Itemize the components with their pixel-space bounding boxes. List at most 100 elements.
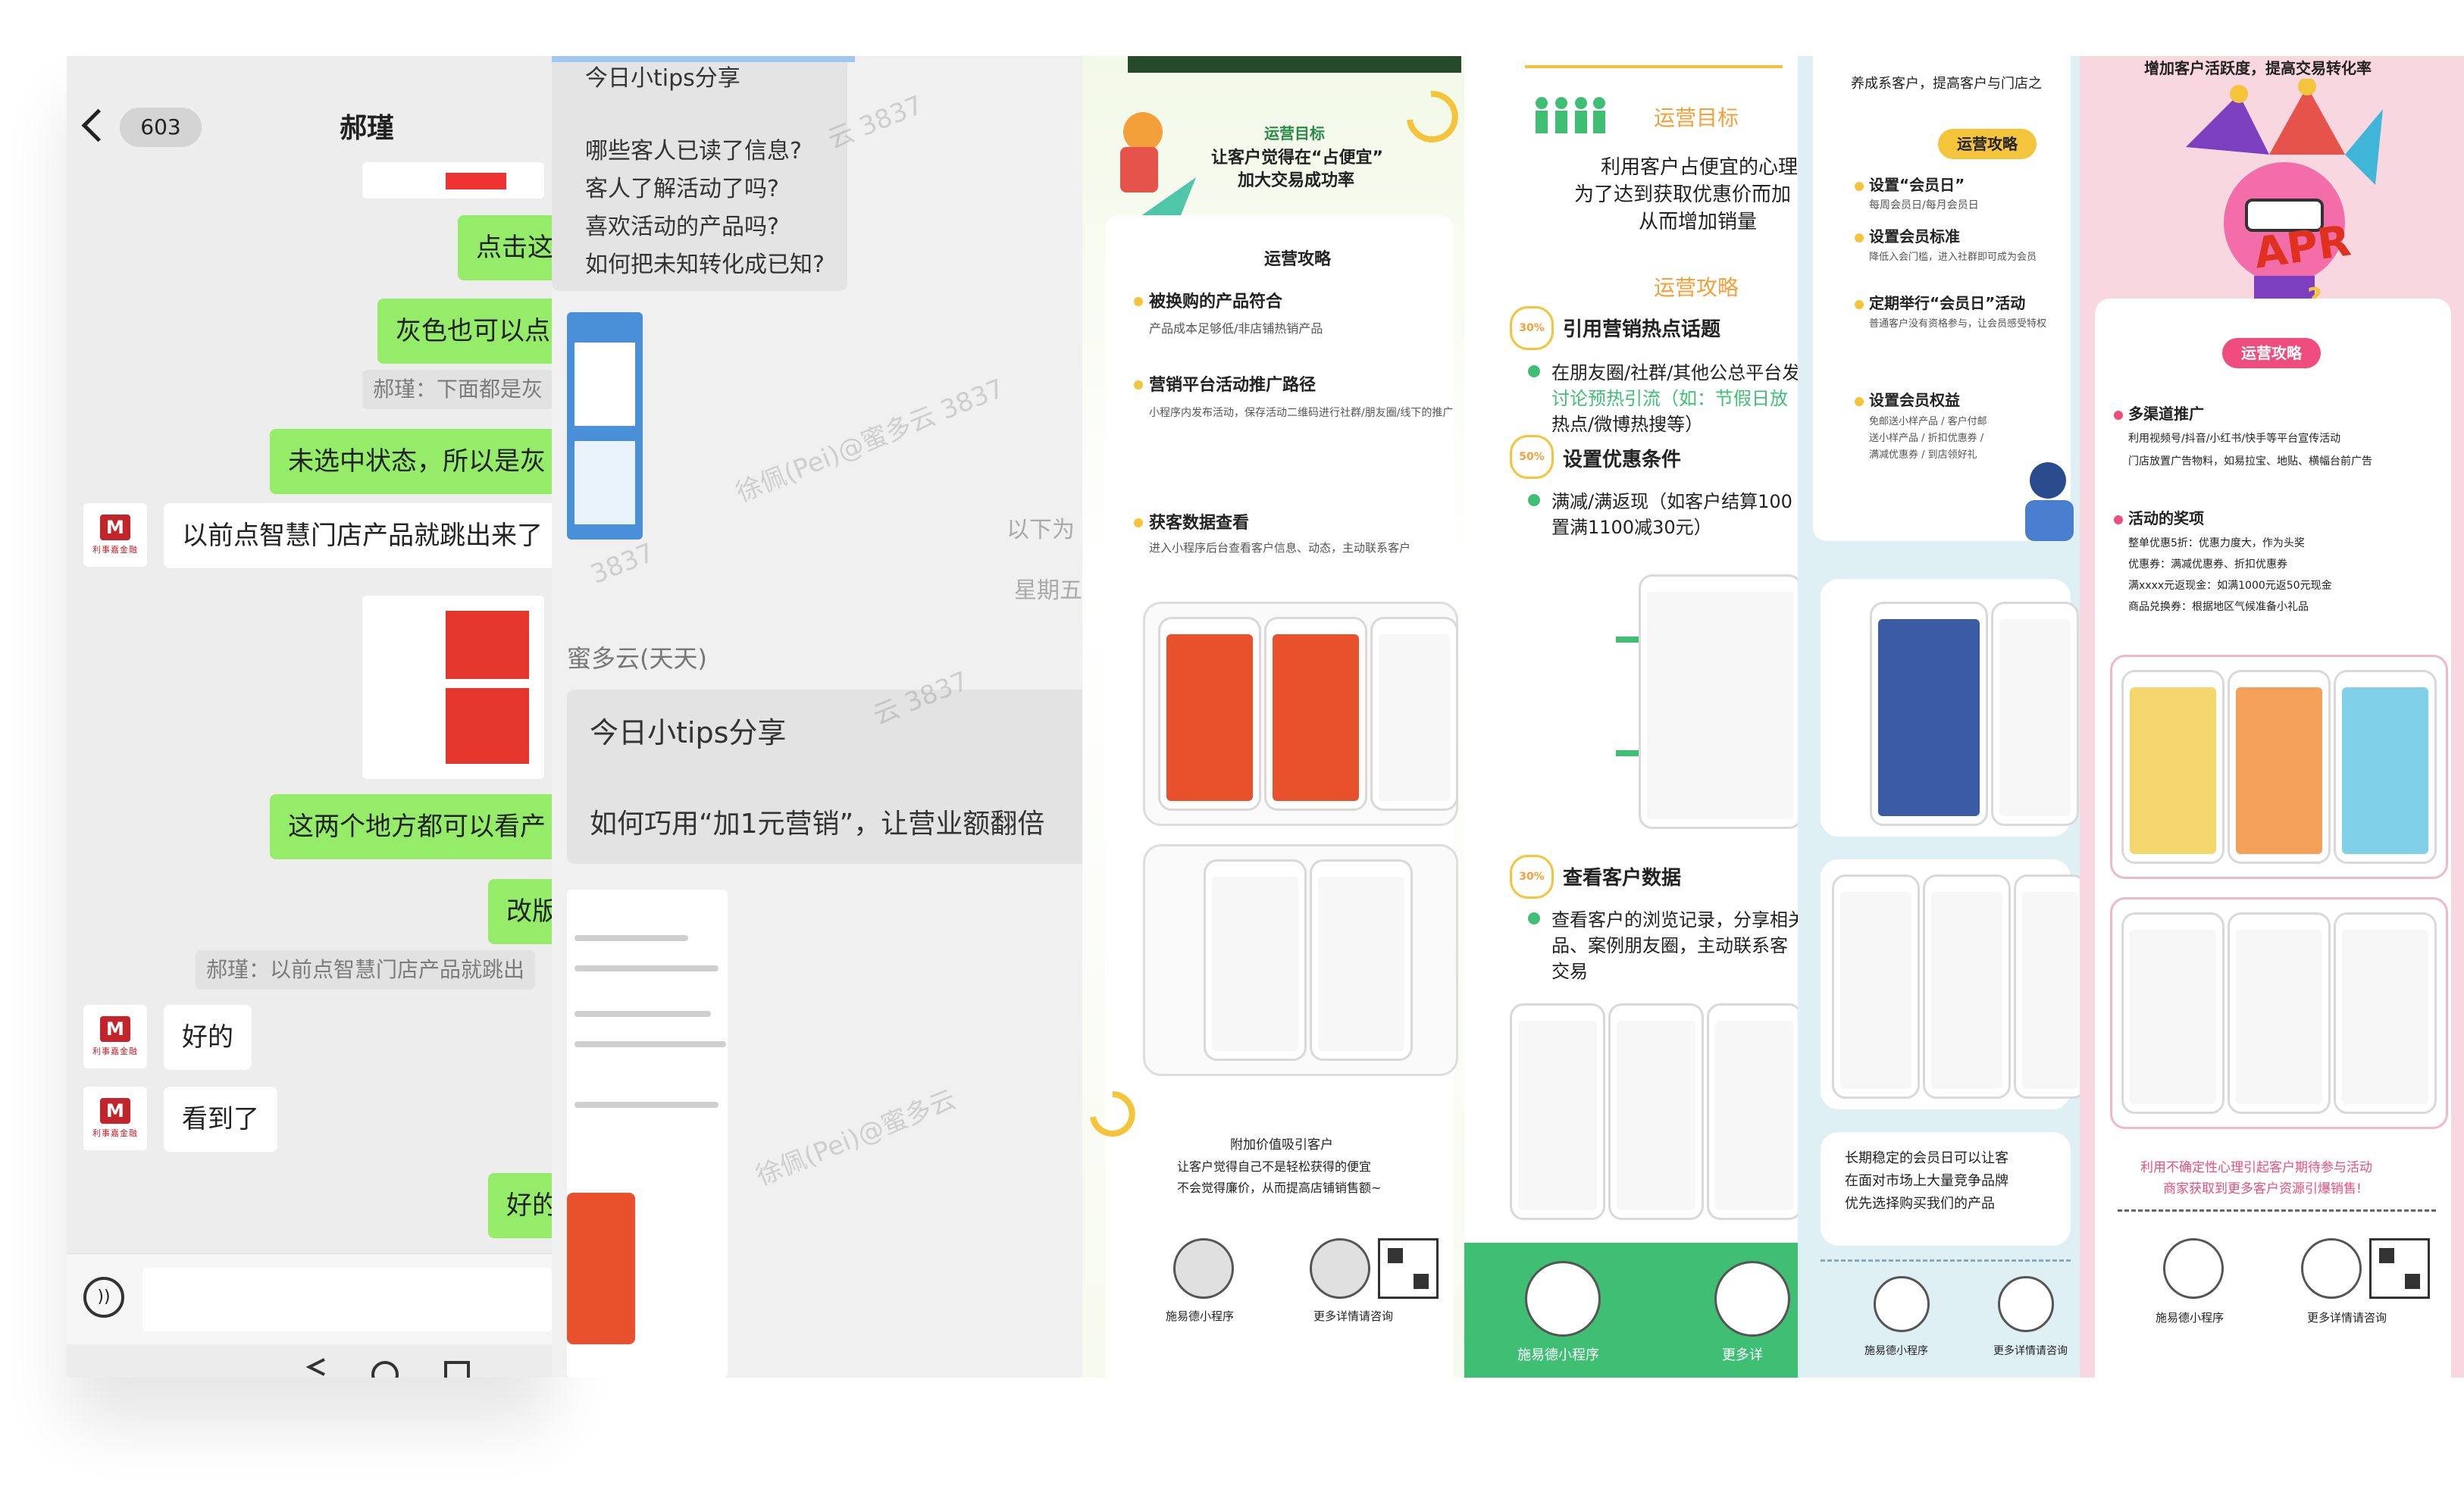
poster-title-strip [1128,56,1461,73]
poster-price-psychology: 运营目标 利用客户占便宜的心理 为了达到获取优惠价而加 从而增加销量 运营攻略 … [1464,56,1798,1378]
tips-message-card[interactable]: 今日小tips分享 如何巧用“加1元营销”，让营业额翻倍 [567,690,1082,864]
phone-mockup [2228,912,2331,1114]
voice-icon[interactable]: )) [83,1277,124,1318]
tips-header: 今日小tips分享 [585,65,740,92]
person-illustration-icon [2025,462,2074,541]
section-line: 商品兑换券：根据地区气候准备小礼品 [2128,601,2309,613]
message-bubble[interactable]: 改版 [488,879,552,944]
summary-line: 优先选择购买我们的产品 [1845,1196,1995,1212]
sender-name: 蜜多云(天天) [567,644,707,673]
strategy-item-desc: 小程序内发布活动，保存活动二维码进行社群/朋友圈/线下的推广 [1149,407,1454,419]
top-text: 增加客户活跃度，提高交易转化率 [2144,59,2372,77]
mini-program-qr[interactable] [2163,1238,2224,1299]
phone-mockup [1370,617,1458,811]
mini-program-qr[interactable] [1310,1238,1370,1299]
mini-program-qr[interactable] [1998,1276,2054,1332]
top-text: 养成系客户，提高客户与门店之 [1851,76,2042,92]
strategy-item-title: 被换购的产品符合 [1149,293,1283,311]
poster-lucky-draw: 增加客户活跃度，提高交易转化率 ? APR 运营攻略 多渠道推广 利用视频号/抖… [2080,56,2464,1378]
goal-text: 让客户觉得在“占便宜” [1211,149,1383,167]
side-label: 星期五 [1014,577,1082,604]
contact-qr[interactable] [2369,1238,2430,1299]
mini-program-qr[interactable] [1173,1238,1234,1299]
strategy-badge: 运营攻略 [1938,129,2037,159]
step-desc: 交易 [1551,961,1588,982]
mini-program-qr[interactable] [2301,1238,2362,1299]
qr-label: 施易德小程序 [1864,1345,1928,1357]
section-line: 满xxxx元返现金：如满1000元返50元现金 [2128,580,2332,592]
image-thumbnail[interactable] [362,596,544,779]
strategy-item-desc: 每周会员日/每月会员日 [1869,199,1979,211]
phone-mockup [2121,670,2224,864]
poster-thumbnail[interactable] [567,890,728,1378]
message-bubble[interactable]: 以前点智慧门店产品就跳出来了 [164,503,552,568]
step-title: 引用营销热点话题 [1563,318,1721,341]
tips-message-card[interactable]: 今日小tips分享 哪些客人已读了信息? 客人了解活动了吗? 喜欢活动的产品吗?… [552,56,855,291]
avatar[interactable]: M 利事嘉金融 [83,1087,147,1150]
summary-line: 利用不确定性心理引起客户期待参与活动 [2140,1160,2372,1175]
chat-input-bar: )) [67,1253,552,1345]
tips-card-body: 如何巧用“加1元营销”，让营业额翻倍 [590,809,1045,840]
message-bubble[interactable]: 灰色也可以点 [377,299,552,364]
contact-qr[interactable] [1378,1238,1439,1299]
step-desc: 品、案例朋友圈，主动联系客 [1551,935,1788,956]
tips-question: 哪些客人已读了信息? [585,138,802,164]
phone-mockup [2014,874,2080,1099]
mini-program-qr[interactable] [1525,1261,1601,1337]
section-line: 整单优惠5折：优惠力度大，作为头奖 [2128,537,2305,549]
qr-label: 施易德小程序 [1166,1309,1235,1323]
phone-mockup [2334,912,2437,1114]
strategy-item-title: 设置“会员日” [1869,176,1965,194]
image-thumbnail[interactable] [362,162,544,199]
people-group-icon [1536,97,1605,133]
qr-label: 施易德小程序 [2156,1311,2224,1325]
bottom-desc: 不会觉得廉价，从而提高店铺销售额~ [1177,1181,1382,1195]
section-line: 优惠券：满减优惠券、折扣优惠券 [2128,558,2287,571]
phone-mockup [1204,859,1307,1061]
bottom-title: 附加价值吸引客户 [1230,1137,1333,1153]
poster-thumbnail[interactable] [567,312,643,540]
banner-label: 运营目标 [1264,124,1325,142]
bottom-desc: 让客户觉得自己不是轻松获得的便宜 [1177,1159,1372,1174]
message-input[interactable] [142,1268,552,1331]
message-bubble[interactable]: 这两个地方都可以看产 [270,794,552,859]
message-bubble[interactable]: 点击这 [458,215,552,280]
avatar-brand: 利事嘉金融 [92,1046,138,1056]
strategy-item-desc: 降低入会门槛，进入社群即可成为会员 [1869,252,2037,263]
summary-line: 商家获取到更多客户资源引爆销售! [2163,1181,2362,1197]
unread-count-badge[interactable]: 603 [120,108,202,147]
section-line: 门店放置广告物料，如易拉宝、地贴、横幅台前广告 [2128,455,2372,468]
message-bubble[interactable]: 好的 [488,1173,552,1238]
strategy-item-title: 设置会员标准 [1869,227,1960,246]
phone-mockup [2334,670,2437,864]
section-title: 活动的奖项 [2128,509,2204,527]
goal-line: 从而增加销量 [1639,211,1758,233]
back-arrow-icon[interactable] [81,108,115,142]
message-bubble[interactable]: 好的 [164,1005,252,1070]
avatar[interactable]: M 利事嘉金融 [83,1005,147,1068]
message-bubble[interactable]: 未选中状态，所以是灰 [270,429,552,494]
summary-line: 在面对市场上大量竞争品牌 [1845,1173,2008,1189]
chat-title: 郝瑾 [340,113,395,144]
strategy-item-desc: 进入小程序后台查看客户信息、动态，主动联系客户 [1149,541,1411,555]
quoted-message[interactable]: 郝瑾：以前点智慧门店产品就跳出 [196,950,536,990]
tips-screenshot: 今日小tips分享 哪些客人已读了信息? 客人了解活动了吗? 喜欢活动的产品吗?… [552,56,1082,1378]
step-badge: 30% [1510,855,1554,899]
nav-buttons-icon[interactable] [67,1344,552,1378]
step-desc: 查看客户的浏览记录，分享相关 [1551,909,1798,931]
goal-title: 运营目标 [1654,105,1739,130]
summary-line: 长期稳定的会员日可以让客 [1845,1150,2008,1166]
qr-label: 更多详情请咨询 [1313,1309,1394,1323]
phone-mockup [1639,574,1798,829]
avatar[interactable]: M 利事嘉金融 [83,503,147,567]
mini-program-qr[interactable] [1714,1261,1790,1337]
step-badge: 50% [1510,435,1554,479]
tips-question: 喜欢活动的产品吗? [585,214,779,240]
tips-card-title: 今日小tips分享 [590,716,787,749]
quoted-message[interactable]: 郝瑾：下面都是灰 [362,370,552,409]
phone-mockup [1832,874,1920,1099]
avatar-brand: 利事嘉金融 [92,545,138,555]
message-bubble[interactable]: 看到了 [164,1087,277,1152]
qr-label: 更多详情请咨询 [2307,1311,2387,1325]
mini-program-qr[interactable] [1874,1276,1930,1332]
